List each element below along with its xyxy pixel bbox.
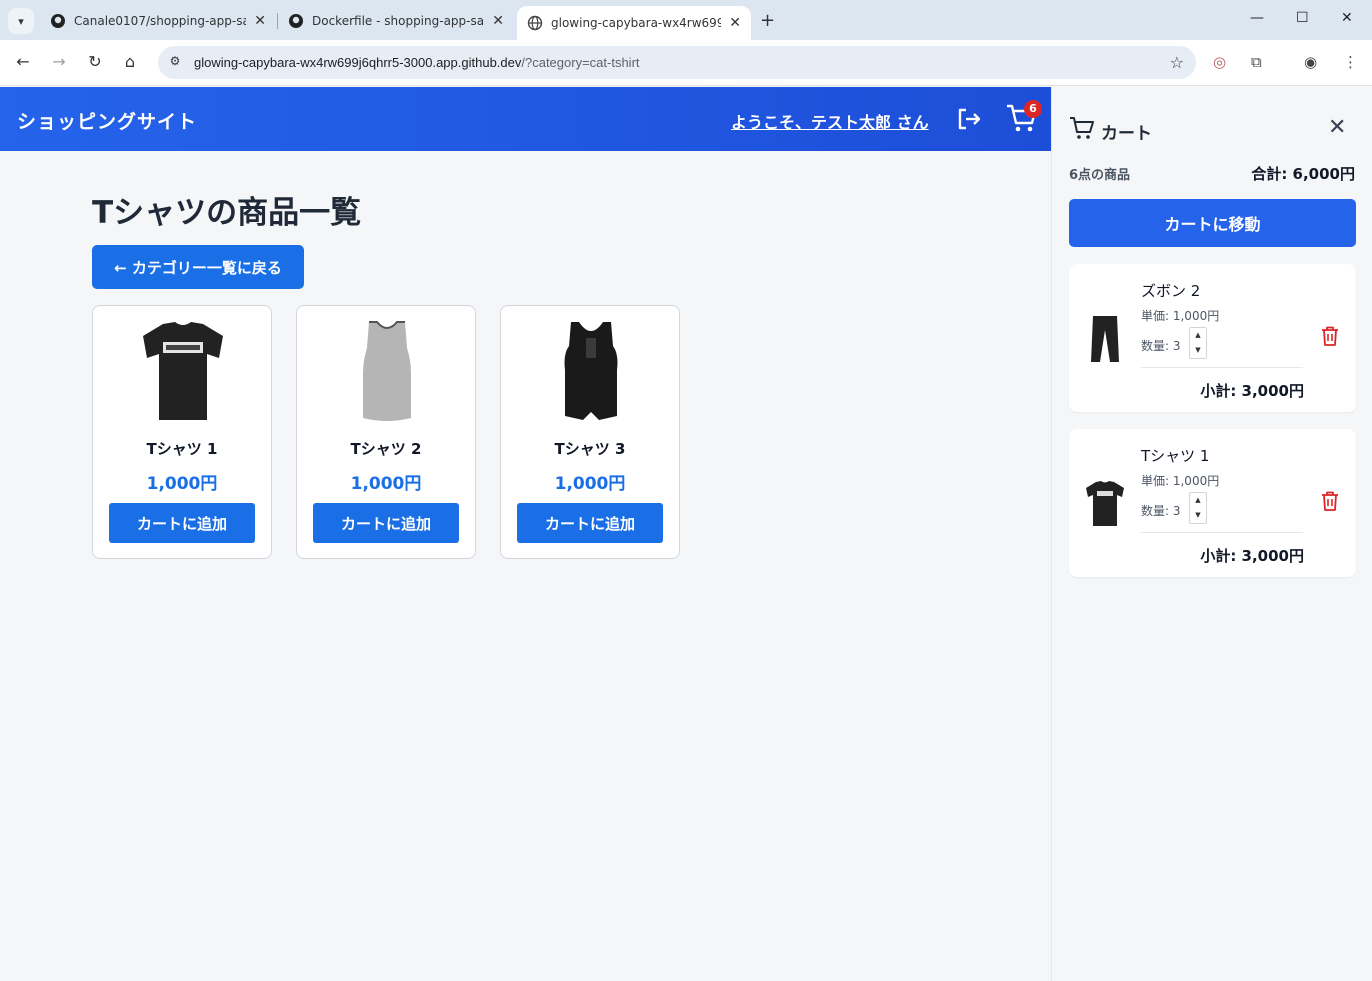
tab-close-icon[interactable]: ✕ xyxy=(729,15,741,31)
new-tab-icon[interactable]: + xyxy=(760,10,775,31)
browser-tab-3-active[interactable]: glowing-capybara-wx4rw699j6c ✕ xyxy=(517,6,751,40)
product-name: Tシャツ 1 xyxy=(146,440,218,458)
tab-close-icon[interactable]: ✕ xyxy=(254,13,266,29)
cart-item: Tシャツ 1 単価: 1,000円 数量: 3 ▲ ▼ 小計: 3,000円 xyxy=(1069,429,1356,577)
site-title[interactable]: ショッピングサイト xyxy=(17,107,197,134)
cart-item-quantity: 数量: 3 xyxy=(1141,339,1181,353)
product-card: Tシャツ 2 1,000円 カートに追加 xyxy=(296,305,476,559)
divider xyxy=(1141,367,1303,368)
github-icon xyxy=(51,14,65,28)
trash-icon[interactable] xyxy=(1321,491,1339,511)
cart-item-name: Tシャツ 1 xyxy=(1141,447,1210,465)
forward-arrow-icon[interactable]: → xyxy=(48,52,70,71)
cart-item-unit-price: 単価: 1,000円 xyxy=(1141,309,1220,323)
reload-icon[interactable]: ↻ xyxy=(84,52,106,71)
welcome-link[interactable]: ようこそ、テスト太郎 さん xyxy=(731,109,929,133)
cart-item-subtotal: 小計: 3,000円 xyxy=(1200,547,1304,565)
product-card: Tシャツ 1 1,000円 カートに追加 xyxy=(92,305,272,559)
quantity-stepper[interactable]: ▲ ▼ xyxy=(1189,327,1207,359)
address-bar[interactable]: ⚙ glowing-capybara-wx4rw699j6qhrr5-3000.… xyxy=(158,46,1196,79)
quantity-stepper[interactable]: ▲ ▼ xyxy=(1189,492,1207,524)
page-title: Tシャツの商品一覧 xyxy=(92,195,362,231)
tab-close-icon[interactable]: ✕ xyxy=(492,13,504,29)
cart-panel: カート ✕ 6点の商品 合計: 6,000円 カートに移動 ズボン 2 単価: … xyxy=(1051,87,1372,981)
extension-icon[interactable]: ◎ xyxy=(1213,53,1226,71)
browser-tab-bar: ▾ Canale0107/shopping-app-sam ✕ Dockerfi… xyxy=(0,0,1372,40)
cart-panel-title: カート xyxy=(1101,124,1152,144)
tab-label: Dockerfile - shopping-app-sam xyxy=(312,14,485,28)
window-close-icon[interactable]: ✕ xyxy=(1341,10,1353,26)
cart-icon xyxy=(1070,117,1094,139)
cart-item-count: 6点の商品 xyxy=(1069,168,1131,183)
site-header: ショッピングサイト ようこそ、テスト太郎 さん 6 xyxy=(0,87,1051,151)
menu-dots-icon[interactable]: ⋮ xyxy=(1343,53,1358,71)
close-icon[interactable]: ✕ xyxy=(1328,115,1346,140)
tab-label: glowing-capybara-wx4rw699j6c xyxy=(551,16,722,30)
back-to-categories-button[interactable]: ← カテゴリー一覧に戻る xyxy=(92,245,304,289)
site-info-icon[interactable]: ⚙ xyxy=(166,54,184,72)
product-name: Tシャツ 3 xyxy=(554,440,626,458)
divider xyxy=(1141,532,1303,533)
go-to-cart-button[interactable]: カートに移動 xyxy=(1069,199,1356,247)
app-root: ショッピングサイト ようこそ、テスト太郎 さん 6 Tシャツの商品一覧 ← カテ… xyxy=(0,87,1372,981)
product-price: 1,000円 xyxy=(350,474,422,494)
black-tshirt-image xyxy=(1086,481,1124,526)
browser-toolbar: ← → ↻ ⌂ ⚙ glowing-capybara-wx4rw699j6qhr… xyxy=(0,40,1372,86)
black-pants-image xyxy=(1091,316,1119,362)
black-tshirt-image xyxy=(143,322,223,420)
bookmark-star-icon[interactable]: ☆ xyxy=(1170,53,1184,72)
maximize-icon[interactable]: ☐ xyxy=(1296,10,1309,26)
add-to-cart-button[interactable]: カートに追加 xyxy=(313,503,459,543)
profile-icon[interactable]: ◉ xyxy=(1304,53,1317,71)
cart-item-quantity: 数量: 3 xyxy=(1141,504,1181,518)
globe-icon xyxy=(527,15,543,31)
tab-search-button[interactable]: ▾ xyxy=(8,8,34,34)
browser-tab-1[interactable]: Canale0107/shopping-app-sam ✕ xyxy=(40,6,276,36)
puzzle-extensions-icon[interactable]: ⧉ xyxy=(1251,53,1262,71)
product-name: Tシャツ 2 xyxy=(350,440,422,458)
home-icon[interactable]: ⌂ xyxy=(119,52,141,71)
gray-tank-top-image xyxy=(363,321,411,421)
add-to-cart-button[interactable]: カートに追加 xyxy=(517,503,663,543)
cart-total: 合計: 6,000円 xyxy=(1251,165,1355,183)
black-tank-top-image xyxy=(564,322,618,420)
minimize-icon[interactable]: — xyxy=(1250,10,1264,26)
cart-item-unit-price: 単価: 1,000円 xyxy=(1141,474,1220,488)
url-text[interactable]: glowing-capybara-wx4rw699j6qhrr5-3000.ap… xyxy=(194,55,640,70)
add-to-cart-button[interactable]: カートに追加 xyxy=(109,503,255,543)
cart-item-subtotal: 小計: 3,000円 xyxy=(1200,382,1304,400)
trash-icon[interactable] xyxy=(1321,326,1339,346)
cart-count-badge: 6 xyxy=(1024,100,1042,118)
logout-icon[interactable] xyxy=(955,105,983,133)
back-arrow-icon[interactable]: ← xyxy=(12,52,34,71)
product-list-section: Tシャツの商品一覧 ← カテゴリー一覧に戻る Tシャツ 1 1,000円 カート… xyxy=(92,187,680,559)
cart-item: ズボン 2 単価: 1,000円 数量: 3 ▲ ▼ 小計: 3,000円 xyxy=(1069,264,1356,412)
cart-item-name: ズボン 2 xyxy=(1141,282,1201,300)
product-price: 1,000円 xyxy=(554,474,626,494)
github-icon xyxy=(289,14,303,28)
tab-label: Canale0107/shopping-app-sam xyxy=(74,14,247,28)
browser-tab-2[interactable]: Dockerfile - shopping-app-sam ✕ xyxy=(278,6,514,36)
product-price: 1,000円 xyxy=(146,474,218,494)
product-card: Tシャツ 3 1,000円 カートに追加 xyxy=(500,305,680,559)
